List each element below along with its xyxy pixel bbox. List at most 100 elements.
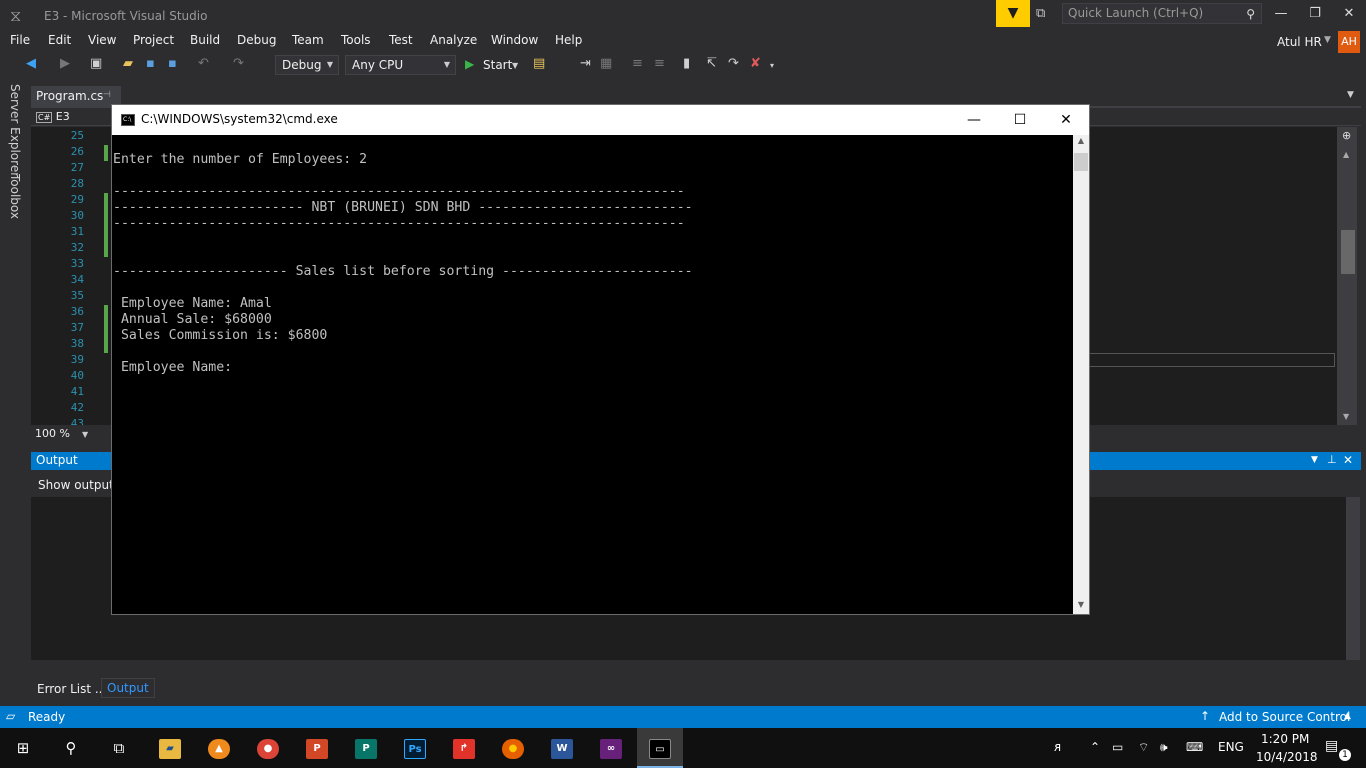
photoshop-icon[interactable]: Ps (392, 728, 438, 768)
scroll-down-icon[interactable]: ▼ (1343, 412, 1349, 421)
zoom-level-select[interactable]: 100 % (35, 427, 70, 440)
avatar[interactable]: AH (1338, 31, 1360, 53)
comment-icon[interactable]: ≡ (632, 56, 643, 71)
console-scroll-up-icon[interactable]: ▲ (1073, 136, 1089, 150)
menu-team[interactable]: Team (292, 33, 324, 47)
keyboard-icon[interactable]: ⌨ (1186, 740, 1203, 754)
action-center-icon[interactable]: ▤ (1325, 738, 1338, 754)
chrome-icon[interactable]: ● (245, 728, 291, 768)
vlc-icon[interactable]: ▲ (196, 728, 242, 768)
menu-tools[interactable]: Tools (341, 33, 371, 47)
tab-overflow-chevron-down-icon[interactable]: ▼ (1347, 90, 1354, 100)
menu-debug[interactable]: Debug (237, 33, 276, 47)
forward-icon[interactable]: ▶ (60, 56, 70, 71)
notifications-filter-icon[interactable]: ▼ (996, 0, 1030, 27)
console-window[interactable]: C:\ C:\WINDOWS\system32\cmd.exe — ☐ ✕ En… (111, 104, 1090, 615)
close-button[interactable]: ✕ (1332, 3, 1366, 25)
console-scrollbar-thumb[interactable] (1074, 153, 1088, 171)
step-icon[interactable]: ⇥ (580, 56, 591, 71)
save-icon[interactable]: ▪ (146, 56, 155, 71)
start-play-icon[interactable]: ▶ (465, 57, 474, 71)
visual-studio-taskbar-icon[interactable]: ∞ (588, 728, 634, 768)
minimize-button[interactable]: — (1264, 3, 1298, 25)
windows-start-icon[interactable]: ⊞ (0, 728, 46, 768)
output-tab[interactable]: Output (101, 678, 155, 698)
save-all-icon[interactable]: ▪ (168, 56, 177, 71)
error-list-tab[interactable]: Error List ... (37, 682, 106, 696)
output-horizontal-scrollbar[interactable] (31, 660, 1346, 676)
menu-edit[interactable]: Edit (48, 33, 71, 47)
project-dropdown[interactable]: C# E3 (36, 110, 70, 123)
editor-scrollbar-thumb[interactable] (1341, 230, 1355, 274)
bookmark-icon[interactable]: ▮ (683, 56, 690, 71)
menu-window[interactable]: Window (491, 33, 538, 47)
console-vertical-scrollbar[interactable] (1073, 135, 1089, 614)
clock-time[interactable]: 1:20 PM (1261, 732, 1309, 746)
wifi-icon[interactable]: ⌔ (1138, 740, 1149, 755)
output-vertical-scrollbar[interactable] (1346, 497, 1360, 660)
cmd-taskbar-icon[interactable]: ▭ (637, 728, 683, 768)
solution-platform-select[interactable]: Any CPU ▼ (345, 55, 456, 75)
maximize-button[interactable]: ❐ (1298, 3, 1332, 25)
volume-icon[interactable]: 🕪 (1160, 740, 1168, 755)
word-icon[interactable]: W (539, 728, 585, 768)
start-button[interactable]: Start (483, 58, 512, 72)
open-folder-icon[interactable]: ▰ (123, 56, 133, 71)
powerpoint-icon[interactable]: P (294, 728, 340, 768)
people-icon[interactable]: ᴙ (1054, 740, 1061, 754)
add-to-source-control-button[interactable]: Add to Source Control (1219, 710, 1350, 724)
console-minimize-button[interactable]: — (951, 105, 997, 135)
back-icon[interactable]: ◀ (26, 56, 36, 71)
show-hidden-icons-chevron-up-icon[interactable]: ⌃ (1090, 740, 1100, 754)
menu-file[interactable]: File (10, 33, 30, 47)
feedback-icon[interactable]: ⧉ (1036, 6, 1045, 21)
zoom-chevron-down-icon[interactable]: ▼ (82, 430, 88, 439)
output-panel-chevron-down-icon[interactable]: ▼ (1311, 455, 1318, 465)
console-output[interactable]: Enter the number of Employees: 2 --------… (112, 135, 1078, 614)
account-chevron-down-icon[interactable]: ▼ (1324, 35, 1331, 45)
battery-icon[interactable]: ▭ (1112, 740, 1123, 754)
browse-icon[interactable]: ▤ (533, 56, 545, 71)
task-view-icon[interactable]: ⧉ (96, 728, 142, 768)
quick-launch-input[interactable]: Quick Launch (Ctrl+Q) ⚲ (1062, 3, 1262, 24)
redo-icon[interactable]: ↷ (233, 56, 244, 71)
project-name: E3 (55, 110, 70, 123)
console-scroll-down-icon[interactable]: ▼ (1073, 600, 1089, 614)
menu-build[interactable]: Build (190, 33, 220, 47)
previous-bookmark-icon[interactable]: ↸ (706, 56, 717, 71)
account-name[interactable]: Atul HR (1277, 35, 1322, 49)
console-close-button[interactable]: ✕ (1043, 105, 1089, 135)
undo-icon[interactable]: ↶ (198, 56, 209, 71)
clear-bookmarks-icon[interactable]: ✘ (750, 56, 761, 71)
clock-date[interactable]: 10/4/2018 (1256, 750, 1318, 764)
console-titlebar[interactable]: C:\ C:\WINDOWS\system32\cmd.exe — ☐ ✕ (112, 105, 1089, 135)
solution-configuration-select[interactable]: Debug ▼ (275, 55, 339, 75)
source-control-chevron-up-icon[interactable]: ▲ (1344, 711, 1351, 721)
menu-view[interactable]: View (88, 33, 116, 47)
console-maximize-button[interactable]: ☐ (997, 105, 1043, 135)
toolbox-tab[interactable]: Toolbox (8, 174, 22, 219)
split-editor-icon[interactable]: ⊕ (1342, 129, 1351, 142)
output-panel-pin-icon[interactable]: ⊥ (1327, 453, 1337, 466)
next-bookmark-icon[interactable]: ↷ (728, 56, 739, 71)
pdf-reader-icon[interactable]: ↱ (441, 728, 487, 768)
new-project-icon[interactable]: ▣ (90, 56, 102, 71)
scroll-up-icon[interactable]: ▲ (1343, 150, 1349, 159)
search-icon[interactable]: ⚲ (48, 728, 94, 768)
firefox-icon[interactable]: ● (490, 728, 536, 768)
uncomment-icon[interactable]: ≡ (654, 56, 665, 71)
find-icon[interactable]: ▦ (600, 56, 612, 71)
menu-help[interactable]: Help (555, 33, 582, 47)
menu-test[interactable]: Test (389, 33, 413, 47)
server-explorer-tab[interactable]: Server Explorer (8, 84, 22, 177)
publisher-icon[interactable]: P (343, 728, 389, 768)
start-chevron-down-icon[interactable]: ▼ (512, 61, 518, 70)
toolbar-overflow-icon[interactable]: ▾ (770, 61, 774, 70)
editor-vertical-scrollbar[interactable] (1337, 127, 1357, 425)
output-panel-close-icon[interactable]: ✕ (1343, 453, 1353, 467)
pin-icon[interactable]: ⊣ (103, 90, 111, 100)
input-language[interactable]: ENG (1218, 740, 1244, 754)
file-explorer-icon[interactable]: ▰ (147, 728, 193, 768)
menu-analyze[interactable]: Analyze (430, 33, 477, 47)
menu-project[interactable]: Project (133, 33, 174, 47)
